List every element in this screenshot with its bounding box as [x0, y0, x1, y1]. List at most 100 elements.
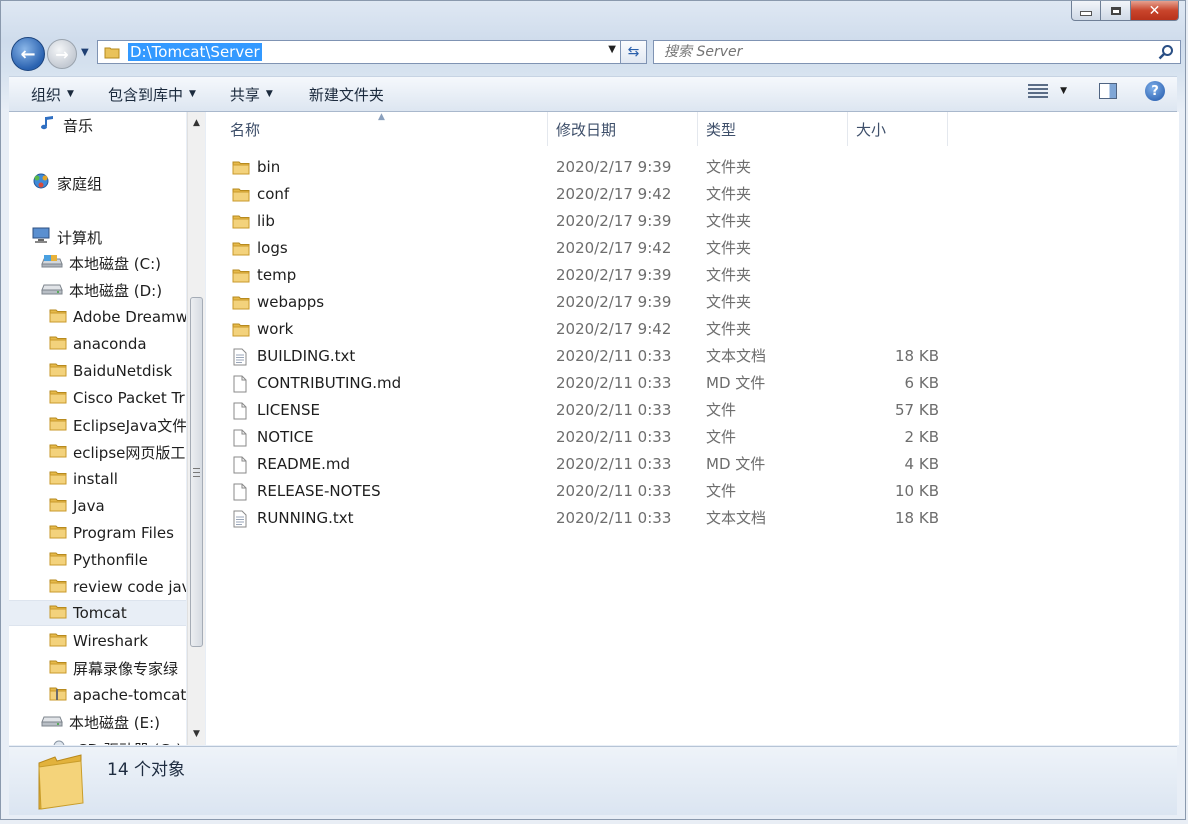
sidebar-item[interactable]: Java [9, 493, 105, 519]
search-box[interactable] [653, 40, 1181, 64]
address-path[interactable]: D:\Tomcat\Server [128, 43, 262, 61]
sidebar-item[interactable]: 本地磁盘 (E:) [9, 709, 160, 735]
sidebar-item[interactable]: Program Files [9, 520, 174, 546]
sidebar-item[interactable]: 屏幕录像专家绿 [9, 655, 178, 681]
organize-button[interactable]: 组织 ▼ [9, 77, 88, 111]
scrollbar-thumb[interactable] [190, 297, 203, 647]
table-row[interactable]: webapps 2020/2/17 9:39 文件夹 [228, 289, 948, 316]
share-button[interactable]: 共享 ▼ [210, 77, 287, 111]
sidebar-item[interactable]: Cisco Packet Tr [9, 385, 185, 411]
scroll-up-arrow-icon[interactable]: ▲ [188, 114, 205, 132]
sidebar-item[interactable]: 本地磁盘 (C:) [9, 250, 161, 276]
scroll-down-arrow-icon[interactable]: ▼ [188, 725, 205, 743]
include-in-library-button[interactable]: 包含到库中 ▼ [88, 77, 210, 111]
folder-icon [232, 294, 250, 310]
folder-icon [49, 658, 67, 678]
folder-icon [49, 361, 67, 381]
new-folder-button[interactable]: 新建文件夹 [287, 77, 398, 111]
table-row[interactable]: CONTRIBUTING.md 2020/2/11 0:33 MD 文件 6 KB [228, 370, 948, 397]
sidebar-item[interactable]: Pythonfile [9, 547, 148, 573]
file-modified-date: 2020/2/17 9:39 [556, 266, 672, 284]
change-view-button[interactable]: ▼ [1028, 84, 1067, 98]
help-button[interactable]: ? [1145, 81, 1165, 101]
file-name: BUILDING.txt [257, 347, 356, 365]
close-button[interactable]: ✕ [1131, 1, 1179, 21]
file-name: CONTRIBUTING.md [257, 374, 402, 392]
address-bar[interactable]: D:\Tomcat\Server ▼ [97, 40, 621, 64]
table-row[interactable]: logs 2020/2/17 9:42 文件夹 [228, 235, 948, 262]
column-size[interactable]: 大小 [848, 112, 948, 146]
file-modified-date: 2020/2/11 0:33 [556, 509, 672, 527]
folder-large-icon [38, 754, 84, 810]
sidebar-item[interactable]: review code jav [9, 574, 186, 600]
refresh-icon: ⇆ [627, 44, 640, 60]
table-row[interactable]: BUILDING.txt 2020/2/11 0:33 文本文档 18 KB [228, 343, 948, 370]
sidebar-item-label: 音乐 [63, 116, 94, 135]
table-row[interactable]: temp 2020/2/17 9:39 文件夹 [228, 262, 948, 289]
sidebar-item[interactable]: BaiduNetdisk [9, 358, 172, 384]
navigation-scrollbar[interactable]: ▲ ▼ [187, 112, 205, 745]
file-icon [232, 429, 248, 447]
file-modified-date: 2020/2/17 9:39 [556, 293, 672, 311]
folder-icon [49, 523, 67, 543]
recent-pages-dropdown[interactable]: ▼ [81, 47, 89, 58]
sidebar-item[interactable]: eclipse网页版工 [9, 439, 185, 465]
file-icon [232, 483, 248, 501]
file-name: README.md [257, 455, 351, 473]
column-modified[interactable]: 修改日期 [548, 112, 698, 146]
item-count: 14 个对象 [107, 760, 186, 780]
table-row[interactable]: lib 2020/2/17 9:39 文件夹 [228, 208, 948, 235]
file-name: work [257, 320, 294, 338]
sidebar-item[interactable]: 音乐 [9, 112, 93, 138]
include-in-library-label: 包含到库中 [107, 85, 183, 104]
file-type: 文件 [706, 428, 737, 446]
chevron-down-icon: ▼ [265, 89, 273, 99]
table-row[interactable]: work 2020/2/17 9:42 文件夹 [228, 316, 948, 343]
sidebar-item[interactable]: 本地磁盘 (D:) [9, 277, 162, 303]
column-name-label: 名称 [230, 120, 261, 139]
sidebar-item[interactable]: 家庭组 [9, 170, 102, 196]
column-name[interactable]: 名称 [222, 112, 548, 146]
table-row[interactable]: LICENSE 2020/2/11 0:33 文件 57 KB [228, 397, 948, 424]
preview-pane-button[interactable] [1099, 83, 1117, 99]
search-input[interactable] [662, 43, 1146, 61]
file-type: 文件夹 [706, 266, 752, 284]
sidebar-item-label: Program Files [73, 524, 174, 542]
table-row[interactable]: NOTICE 2020/2/11 0:33 文件 2 KB [228, 424, 948, 451]
sidebar-item[interactable]: anaconda [9, 331, 147, 357]
file-size: 6 KB [904, 374, 939, 392]
maximize-button[interactable] [1101, 1, 1131, 21]
column-type-label: 类型 [706, 120, 737, 139]
organize-label: 组织 [31, 85, 62, 104]
sidebar-item[interactable]: Adobe Dreamw [9, 304, 186, 330]
sidebar-item[interactable]: Tomcat [9, 600, 186, 626]
refresh-button[interactable]: ⇆ [621, 40, 647, 64]
file-modified-date: 2020/2/11 0:33 [556, 401, 672, 419]
sidebar-item-label: Wireshark [73, 632, 149, 650]
folder-icon [232, 240, 250, 256]
table-row[interactable]: README.md 2020/2/11 0:33 MD 文件 4 KB [228, 451, 948, 478]
sidebar-item[interactable]: apache-tomcat [9, 682, 186, 708]
forward-button[interactable]: → [47, 39, 77, 69]
column-type[interactable]: 类型 [698, 112, 848, 146]
table-row[interactable]: RELEASE-NOTES 2020/2/11 0:33 文件 10 KB [228, 478, 948, 505]
table-row[interactable]: RUNNING.txt 2020/2/11 0:33 文本文档 18 KB [228, 505, 948, 532]
table-row[interactable]: bin 2020/2/17 9:39 文件夹 [228, 154, 948, 181]
file-modified-date: 2020/2/11 0:33 [556, 482, 672, 500]
minimize-button[interactable] [1071, 1, 1101, 21]
sidebar-item[interactable]: EclipseJava文件 [9, 412, 186, 438]
file-size: 18 KB [895, 509, 939, 527]
folder-icon [49, 442, 67, 462]
address-dropdown-icon[interactable]: ▼ [608, 44, 616, 55]
sidebar-item-label: 本地磁盘 (D:) [69, 281, 163, 300]
sidebar-item-label: Pythonfile [73, 551, 148, 569]
sidebar-item[interactable]: Wireshark [9, 628, 148, 654]
sidebar-item[interactable]: CD 驱动器 (G:) [9, 736, 182, 745]
file-name: LICENSE [257, 401, 320, 419]
sidebar-item[interactable]: install [9, 466, 118, 492]
table-row[interactable]: conf 2020/2/17 9:42 文件夹 [228, 181, 948, 208]
back-arrow-icon: ← [20, 43, 36, 65]
sidebar-item[interactable]: 计算机 [9, 224, 102, 250]
file-modified-date: 2020/2/11 0:33 [556, 374, 672, 392]
back-button[interactable]: ← [11, 37, 45, 71]
